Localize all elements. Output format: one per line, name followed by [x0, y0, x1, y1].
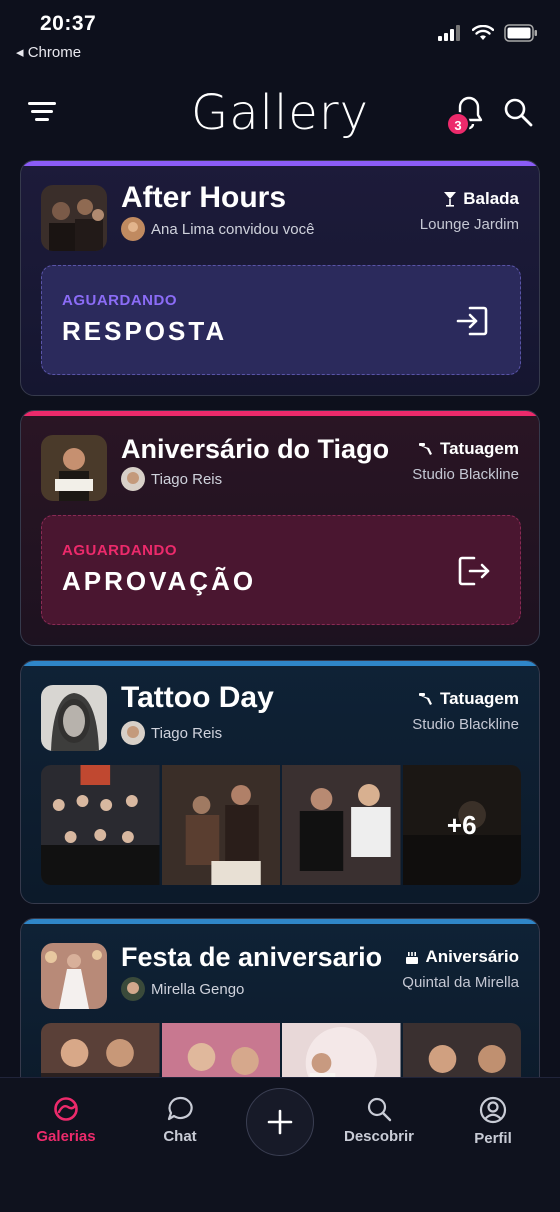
gallery-category: Tatuagem	[418, 689, 519, 709]
category-label: Aniversário	[425, 947, 519, 966]
card-accent-bar	[21, 411, 539, 416]
back-to-app-link[interactable]: ◂ Chrome	[16, 43, 81, 61]
category-label: Tatuagem	[439, 689, 519, 708]
gallery-card[interactable]: After Hours Ana Lima convidou você Balad…	[20, 160, 540, 396]
gallery-photo[interactable]	[282, 765, 401, 885]
host-avatar	[121, 721, 145, 745]
category-label: Balada	[463, 189, 519, 208]
gallery-photo[interactable]	[161, 765, 280, 885]
tattoo-machine-icon	[418, 693, 432, 705]
search-icon	[367, 1097, 392, 1122]
gallery-category: Balada	[443, 189, 519, 209]
gallery-venue: Studio Blackline	[412, 716, 519, 733]
gallery-card[interactable]: Tattoo Day Tiago Reis Tatuagem Studio Bl…	[20, 660, 540, 904]
gallery-host: Mirella Gengo	[121, 977, 244, 1001]
tab-descobrir[interactable]: Descobrir	[329, 1096, 429, 1145]
more-photos-count[interactable]: +6	[402, 765, 521, 885]
gallery-card[interactable]: Aniversário do Tiago Tiago Reis Tatuagem…	[20, 410, 540, 646]
tab-galerias[interactable]: Galerias	[16, 1096, 116, 1145]
host-name: Ana Lima convidou você	[151, 220, 315, 238]
gallery-venue: Lounge Jardim	[419, 216, 519, 233]
gallery-category: Aniversário	[405, 947, 519, 967]
gallery-photo[interactable]	[41, 765, 160, 885]
bottom-tab-bar: Galerias Chat Descobrir Perfil	[0, 1077, 560, 1212]
create-gallery-button[interactable]	[246, 1088, 314, 1156]
gallery-title: Aniversário do Tiago	[121, 434, 390, 464]
login-icon[interactable]	[454, 302, 492, 340]
wifi-icon	[472, 25, 494, 40]
status-bar: 20:37 ◂ Chrome	[0, 0, 560, 70]
gallery-title: After Hours	[121, 181, 287, 214]
gallery-cover-image	[41, 943, 107, 1009]
photo-strip: +6	[41, 765, 521, 885]
tab-chat[interactable]: Chat	[130, 1096, 230, 1145]
status-label: AGUARDANDO	[62, 542, 177, 559]
tab-label: Perfil	[474, 1130, 512, 1147]
status-icons	[438, 24, 538, 42]
host-avatar	[121, 467, 145, 491]
cocktail-icon	[444, 192, 457, 207]
battery-icon	[504, 24, 537, 42]
host-name: Tiago Reis	[151, 470, 223, 488]
tab-label: Galerias	[36, 1128, 96, 1145]
notification-badge: 3	[446, 112, 470, 136]
cake-icon	[406, 952, 419, 964]
search-icon[interactable]	[502, 96, 534, 128]
gallery-cover-image	[41, 685, 107, 751]
app-header: Gallery 3	[0, 70, 560, 156]
tab-perfil[interactable]: Perfil	[443, 1096, 543, 1147]
logout-icon[interactable]	[454, 552, 492, 590]
host-avatar	[121, 977, 145, 1001]
filter-menu-icon[interactable]	[28, 98, 62, 126]
gallery-title: Festa de aniversario	[121, 942, 383, 972]
host-avatar	[121, 217, 145, 241]
profile-icon	[479, 1096, 507, 1124]
gallery-host: Tiago Reis	[121, 467, 222, 491]
status-value: APROVAÇÃO	[62, 566, 257, 596]
tattoo-machine-icon	[418, 443, 432, 455]
gallery-host: Ana Lima convidou você	[121, 217, 314, 241]
gallery-cover-image	[41, 185, 107, 251]
tab-label: Descobrir	[343, 1128, 415, 1145]
invite-status-box[interactable]: AGUARDANDO RESPOSTA	[41, 265, 521, 375]
status-time: 20:37	[40, 12, 97, 35]
chat-bubble-icon	[167, 1096, 193, 1121]
invite-status-box[interactable]: AGUARDANDO APROVAÇÃO	[41, 515, 521, 625]
gallery-icon	[54, 1097, 78, 1121]
card-accent-bar	[21, 919, 539, 924]
app-logo: Gallery	[191, 85, 369, 141]
gallery-venue: Quintal da Mirella	[402, 974, 519, 991]
card-accent-bar	[21, 661, 539, 666]
status-label: AGUARDANDO	[62, 292, 177, 309]
gallery-photo[interactable]: +6	[402, 765, 521, 885]
gallery-cover-image	[41, 435, 107, 501]
gallery-title: Tattoo Day	[121, 681, 274, 714]
gallery-category: Tatuagem	[418, 439, 519, 459]
gallery-venue: Studio Blackline	[412, 466, 519, 483]
status-value: RESPOSTA	[62, 316, 228, 346]
card-accent-bar	[21, 161, 539, 166]
plus-icon	[267, 1109, 293, 1135]
gallery-host: Tiago Reis	[121, 721, 222, 745]
host-name: Mirella Gengo	[151, 980, 245, 998]
category-label: Tatuagem	[439, 439, 519, 458]
tab-label: Chat	[163, 1128, 197, 1145]
host-name: Tiago Reis	[151, 724, 223, 742]
signal-icon	[438, 25, 460, 41]
